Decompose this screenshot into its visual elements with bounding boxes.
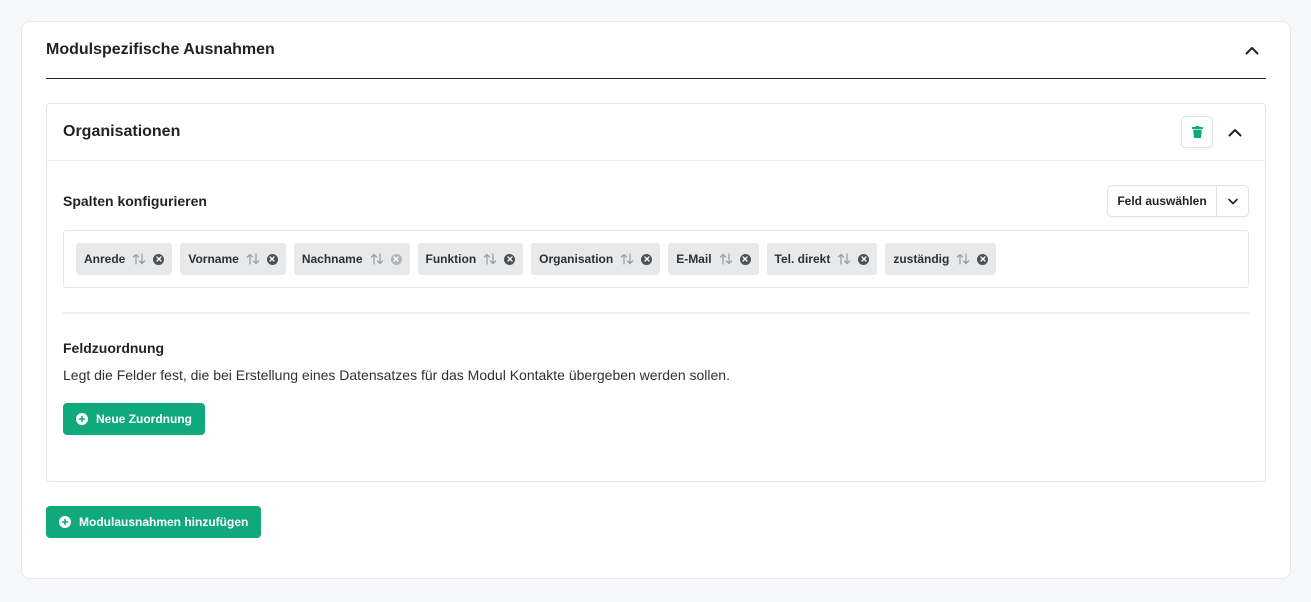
section-title: Modulspezifische Ausnahmen: [46, 41, 275, 58]
column-chip-label: Vorname: [188, 252, 239, 266]
sort-arrows-icon[interactable]: [132, 253, 146, 265]
column-chip[interactable]: Anrede: [76, 243, 173, 275]
field-mapping-title: Feldzuordnung: [63, 340, 165, 356]
remove-chip-icon[interactable]: [504, 253, 516, 265]
column-chip[interactable]: zuständig: [885, 243, 997, 275]
plus-circle-icon: [59, 516, 71, 528]
sort-arrows-icon[interactable]: [837, 253, 851, 265]
field-select-toggle[interactable]: [1217, 198, 1248, 205]
column-chip[interactable]: Nachname: [293, 243, 410, 275]
remove-chip-icon[interactable]: [739, 253, 751, 265]
column-chips-list: Anrede Vorname Nachname Funktion Organisatio…: [63, 230, 1249, 288]
trash-icon: [1191, 126, 1203, 138]
section-header: Modulspezifische Ausnahmen: [46, 22, 1266, 79]
field-select-dropdown[interactable]: Feld auswählen: [1107, 185, 1249, 217]
remove-chip-icon[interactable]: [153, 253, 165, 265]
column-chip-label: E-Mail: [676, 252, 712, 266]
plus-circle-icon: [76, 413, 88, 425]
new-mapping-label: Neue Zuordnung: [96, 412, 192, 426]
sort-arrows-icon[interactable]: [620, 253, 634, 265]
chevron-down-icon: [1227, 198, 1238, 204]
remove-chip-icon[interactable]: [266, 253, 278, 265]
module-card-title: Organisationen: [63, 123, 181, 140]
add-module-exceptions-label: Modulausnahmen hinzufügen: [79, 515, 249, 529]
module-card-organisations: Organisationen Spalten konfigurieren Fel…: [46, 103, 1266, 482]
sort-arrows-icon[interactable]: [719, 253, 733, 265]
collapse-section-button[interactable]: [1240, 38, 1264, 62]
column-chip-label: Funktion: [425, 252, 477, 266]
sort-arrows-icon[interactable]: [246, 253, 260, 265]
chevron-up-icon: [1228, 128, 1242, 136]
column-chip[interactable]: E-Mail: [668, 243, 759, 275]
column-chip-label: Nachname: [301, 252, 363, 266]
column-chip-label: Anrede: [84, 252, 126, 266]
module-card-body: Spalten konfigurieren Feld auswählen Anr…: [47, 185, 1265, 435]
column-chip[interactable]: Vorname: [180, 243, 286, 275]
column-chip[interactable]: Organisation: [531, 243, 661, 275]
add-module-exceptions-button[interactable]: Modulausnahmen hinzufügen: [46, 506, 262, 538]
sort-arrows-icon[interactable]: [956, 253, 970, 265]
field-mapping-description: Legt die Felder fest, die bei Erstellung…: [63, 367, 730, 383]
remove-chip-icon[interactable]: [977, 253, 989, 265]
remove-chip-icon[interactable]: [641, 253, 653, 265]
new-mapping-button[interactable]: Neue Zuordnung: [63, 403, 205, 435]
module-card-header: Organisationen: [47, 104, 1265, 161]
sort-arrows-icon[interactable]: [483, 253, 497, 265]
remove-chip-icon[interactable]: [858, 253, 870, 265]
column-chip[interactable]: Tel. direkt: [766, 243, 878, 275]
column-chip-label: Tel. direkt: [774, 252, 831, 266]
module-exceptions-card: Modulspezifische Ausnahmen Organisatione…: [21, 21, 1291, 579]
chevron-up-icon: [1245, 46, 1259, 54]
divider: [63, 312, 1249, 314]
field-select-label[interactable]: Feld auswählen: [1108, 186, 1217, 216]
delete-module-button[interactable]: [1181, 116, 1213, 148]
column-chip-label: zuständig: [893, 252, 950, 266]
sort-arrows-icon[interactable]: [370, 253, 384, 265]
columns-config-label: Spalten konfigurieren: [63, 193, 207, 209]
columns-config-row: Spalten konfigurieren Feld auswählen: [63, 185, 1249, 217]
collapse-module-button[interactable]: [1223, 120, 1247, 144]
module-card-actions: [1181, 116, 1249, 148]
column-chip-label: Organisation: [539, 252, 614, 266]
remove-chip-icon: [390, 253, 402, 265]
column-chip[interactable]: Funktion: [417, 243, 524, 275]
